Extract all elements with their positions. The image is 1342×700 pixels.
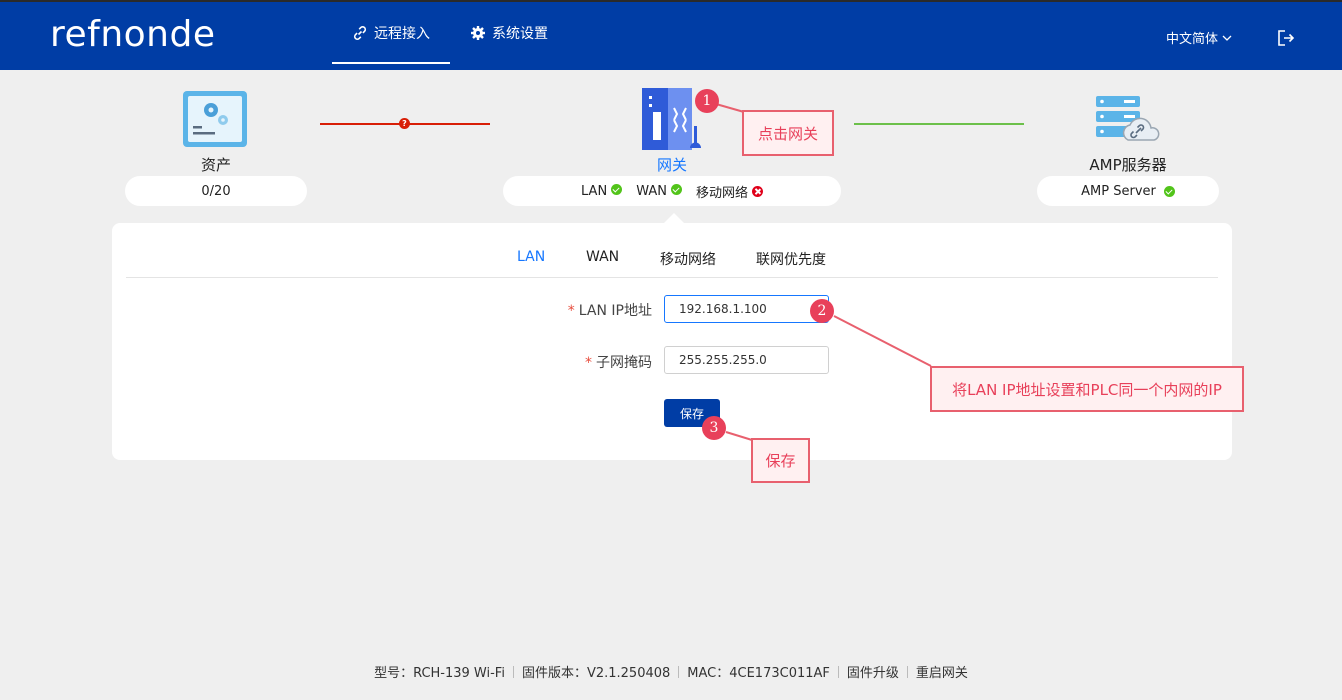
link-error-icon: ? — [399, 118, 410, 129]
lan-ip-input[interactable]: 192.168.1.100 — [664, 295, 829, 323]
nav-system-settings[interactable]: 系统设置 — [470, 2, 548, 64]
nav-system-settings-label: 系统设置 — [492, 26, 548, 42]
divider — [678, 666, 680, 678]
check-icon — [670, 183, 682, 195]
logout-icon — [1278, 30, 1295, 46]
link-icon — [353, 26, 367, 40]
model-info: 型号：RCH-139 Wi-Fi — [374, 666, 505, 681]
server-label: AMP服务器 — [1089, 156, 1167, 174]
nav-remote-access[interactable]: 远程接入 — [332, 2, 450, 64]
subnet-mask-label: * 子网掩码 — [585, 355, 652, 371]
gateway-server-link — [854, 123, 1024, 125]
brand-logo: refnonde — [50, 14, 216, 55]
lan-ip-label: * LAN IP地址 — [567, 303, 652, 319]
divider — [512, 666, 514, 678]
subnet-mask-input[interactable]: 255.255.255.0 — [664, 346, 829, 374]
server-status-pill: AMP Server — [1037, 176, 1219, 206]
chevron-down-icon — [1222, 35, 1232, 41]
divider — [837, 666, 839, 678]
panel-pointer — [664, 213, 684, 223]
error-icon — [751, 185, 763, 197]
check-icon — [1163, 185, 1175, 197]
nav-remote-access-label: 远程接入 — [374, 26, 430, 42]
asset-panel-icon — [183, 91, 247, 147]
settings-tabs: LAN WAN 移动网络 联网优先度 — [126, 245, 1218, 278]
annotation-3-badge: 3 — [702, 416, 726, 440]
tab-network-priority[interactable]: 联网优先度 — [756, 249, 826, 269]
asset-node[interactable] — [182, 90, 248, 148]
reboot-gateway-link[interactable]: 重启网关 — [916, 666, 968, 681]
gateway-status-pill: LAN WAN 移动网络 — [503, 176, 841, 206]
required-mark: * — [585, 355, 592, 371]
asset-status-pill: 0/20 — [125, 176, 307, 206]
annotation-1-connector — [715, 103, 745, 113]
annotation-3-callout: 保存 — [751, 438, 810, 483]
mac-address: MAC：4CE173C011AF — [687, 666, 830, 681]
device-info-footer: 型号：RCH-139 Wi-Fi 固件版本：V2.1.250408 MAC：4CE1… — [0, 662, 1342, 681]
annotation-2-callout: 将LAN IP地址设置和PLC同一个内网的IP — [930, 366, 1244, 412]
lan-status: LAN — [581, 183, 623, 199]
tab-wan[interactable]: WAN — [586, 249, 619, 265]
language-selector[interactable]: 中文简体 — [1166, 28, 1232, 47]
firmware-version: 固件版本：V2.1.250408 — [521, 666, 671, 681]
check-icon — [611, 183, 623, 195]
gear-icon — [471, 26, 485, 40]
tab-mobile-network[interactable]: 移动网络 — [660, 249, 716, 269]
server-cloud-icon — [1096, 96, 1160, 141]
mobile-network-status: 移动网络 — [696, 182, 763, 201]
logout-button[interactable] — [1276, 28, 1296, 48]
required-mark: * — [567, 303, 575, 319]
annotation-1-callout: 点击网关 — [742, 110, 834, 156]
gateway-settings-panel: LAN WAN 移动网络 联网优先度 * LAN IP地址 192.168.1.1… — [112, 223, 1232, 460]
asset-label: 资产 — [200, 156, 231, 174]
language-label: 中文简体 — [1166, 32, 1219, 47]
firmware-upgrade-link[interactable]: 固件升级 — [847, 666, 899, 681]
server-node[interactable] — [1094, 94, 1162, 144]
top-navigation-bar: refnonde 远程接入 系统设置 中文简体 — [0, 0, 1342, 70]
annotation-2-badge: 2 — [810, 299, 834, 323]
server-status-label: AMP Server — [1081, 183, 1156, 199]
asset-count: 0/20 — [201, 183, 231, 199]
tab-lan[interactable]: LAN — [517, 249, 545, 265]
gateway-label: 网关 — [656, 156, 687, 174]
wan-status: WAN — [636, 183, 682, 199]
gateway-node[interactable] — [640, 86, 702, 152]
gateway-device-icon — [642, 88, 701, 150]
annotation-1-badge: 1 — [695, 89, 719, 113]
divider — [906, 666, 908, 678]
